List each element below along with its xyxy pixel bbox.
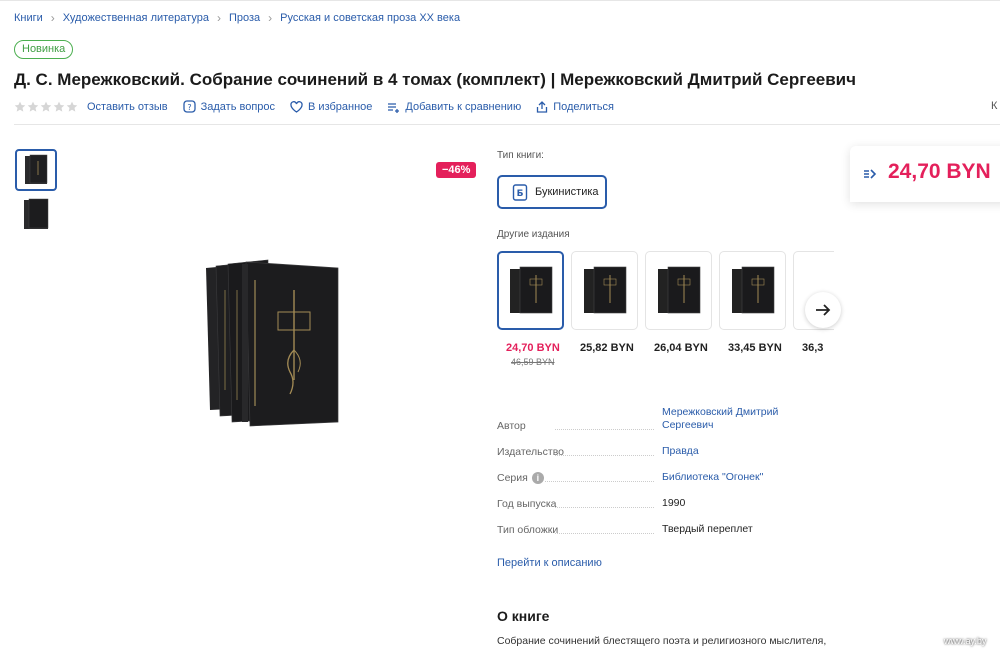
- info-icon[interactable]: i: [531, 472, 544, 484]
- share-icon: [537, 100, 548, 113]
- spec-row-publisher: Издательство Правда: [497, 436, 837, 462]
- star-icon: [66, 101, 78, 112]
- star-icon: [40, 101, 52, 112]
- edition-price: 33,45 BYN: [728, 342, 782, 354]
- spec-row-year: Год выпуска 1990: [497, 488, 837, 514]
- book-set-thumbnail-image: [24, 198, 49, 229]
- discount-badge: −46%: [436, 162, 477, 178]
- book-type-option-label: Букинистика: [535, 186, 599, 198]
- divider: [14, 124, 1000, 125]
- breadcrumb-item-prose[interactable]: Проза: [229, 12, 260, 24]
- ask-question-button[interactable]: ? Задать вопрос: [182, 100, 276, 113]
- edition-price: 25,82 BYN: [580, 342, 634, 354]
- svg-text:Б: Б: [517, 189, 524, 199]
- spec-dots: [555, 533, 654, 534]
- spec-key: Автор: [497, 420, 526, 432]
- thumbnail-1[interactable]: [15, 149, 57, 191]
- edition-price: 36,3: [802, 342, 824, 354]
- product-title: Д. С. Мережковский. Собрание сочинений в…: [14, 70, 857, 89]
- spec-value-year: 1990: [662, 497, 686, 509]
- arrow-right-icon: [816, 304, 831, 316]
- add-to-compare-button[interactable]: Добавить к сравнению: [387, 101, 521, 113]
- spec-dots: [555, 429, 654, 430]
- edition-old-price: 46,59 BYN: [511, 357, 555, 367]
- question-icon: ?: [182, 100, 196, 113]
- other-editions-label: Другие издания: [497, 229, 570, 240]
- compare-label: Добавить к сравнению: [405, 100, 522, 113]
- spec-key: Год выпуска: [497, 498, 557, 510]
- star-icon: [27, 101, 39, 112]
- spec-value-publisher-link[interactable]: Правда: [662, 445, 812, 458]
- edition-price: 26,04 BYN: [654, 342, 708, 354]
- add-to-favorites-button[interactable]: В избранное: [290, 101, 372, 113]
- spec-key: Тип обложки: [497, 524, 559, 536]
- ask-question-label: Задать вопрос: [200, 100, 276, 113]
- leave-review-link[interactable]: Оставить отзыв: [87, 101, 168, 113]
- breadcrumb-item-fiction[interactable]: Художественная литература: [63, 12, 209, 24]
- book-set-thumbnail-image: [25, 154, 48, 184]
- spec-row-series: Серия i Библиотека "Огонек": [497, 462, 837, 488]
- product-specs: Автор Мережковский Дмитрий Сергеевич Изд…: [497, 406, 837, 540]
- leave-review-label: Оставить отзыв: [87, 100, 168, 113]
- new-badge: Новинка: [14, 40, 74, 59]
- edition-cover-image: [583, 266, 626, 313]
- thumbnail-2[interactable]: [15, 193, 57, 235]
- chevron-right-icon: ›: [50, 11, 55, 25]
- spec-dots: [545, 481, 654, 482]
- favorites-label: В избранное: [308, 100, 373, 113]
- share-button[interactable]: Поделиться: [536, 101, 614, 113]
- spec-value-cover: Твердый переплет: [662, 523, 753, 535]
- spec-dots: [555, 507, 654, 508]
- edition-cover-image: [657, 266, 700, 313]
- book-type-icon: Б: [512, 183, 528, 201]
- top-border: [0, 0, 1000, 1]
- edition-cover-image: [731, 266, 774, 313]
- star-icon: [14, 101, 26, 112]
- edition-cover-image: [509, 266, 552, 313]
- main-product-image[interactable]: [198, 250, 358, 430]
- price-tag-icon: [864, 169, 877, 179]
- chevron-right-icon: ›: [216, 11, 221, 25]
- watermark: www.ay.by: [944, 636, 987, 646]
- rating-stars[interactable]: [14, 101, 79, 113]
- share-label: Поделиться: [553, 100, 614, 113]
- spec-value-series-link[interactable]: Библиотека "Огонек": [662, 471, 812, 484]
- svg-text:?: ?: [187, 103, 191, 112]
- product-actions: Оставить отзыв ? Задать вопрос В избранн…: [14, 100, 629, 113]
- breadcrumb-item-russian-prose[interactable]: Русская и советская проза XX века: [280, 12, 460, 24]
- edition-price: 24,70 BYN: [506, 342, 560, 354]
- edition-card-4[interactable]: [719, 251, 786, 330]
- chevron-right-icon: ›: [268, 11, 273, 25]
- current-price: 24,70 BYN: [888, 160, 991, 183]
- edition-card-1[interactable]: [497, 251, 564, 330]
- edition-card-2[interactable]: [571, 251, 638, 330]
- about-heading: О книге: [497, 608, 550, 624]
- carousel-next-button[interactable]: [805, 292, 841, 328]
- breadcrumb-item-books[interactable]: Книги: [14, 12, 43, 24]
- spec-dots: [555, 455, 654, 456]
- heart-icon: [290, 100, 303, 113]
- cut-off-text: К: [991, 100, 998, 112]
- breadcrumb: Книги › Художественная литература › Проз…: [14, 11, 460, 25]
- book-type-label: Тип книги:: [497, 150, 544, 161]
- spec-key: Издательство: [497, 446, 565, 458]
- spec-row-cover: Тип обложки Твердый переплет: [497, 514, 837, 540]
- spec-value-author-link[interactable]: Мережковский Дмитрий Сергеевич: [662, 406, 812, 432]
- spec-row-author: Автор Мережковский Дмитрий Сергеевич: [497, 406, 837, 436]
- book-type-option-secondhand[interactable]: Б Букинистика: [497, 175, 607, 209]
- price-panel: 24,70 BYN: [850, 146, 1000, 202]
- spec-key: Серия i: [497, 472, 544, 484]
- goto-description-link[interactable]: Перейти к описанию: [497, 557, 602, 569]
- edition-card-3[interactable]: [645, 251, 712, 330]
- about-text: Собрание сочинений блестящего поэта и ре…: [497, 635, 827, 647]
- spec-key-text: Серия: [497, 471, 528, 484]
- compare-icon: [388, 102, 400, 113]
- star-icon: [53, 101, 65, 112]
